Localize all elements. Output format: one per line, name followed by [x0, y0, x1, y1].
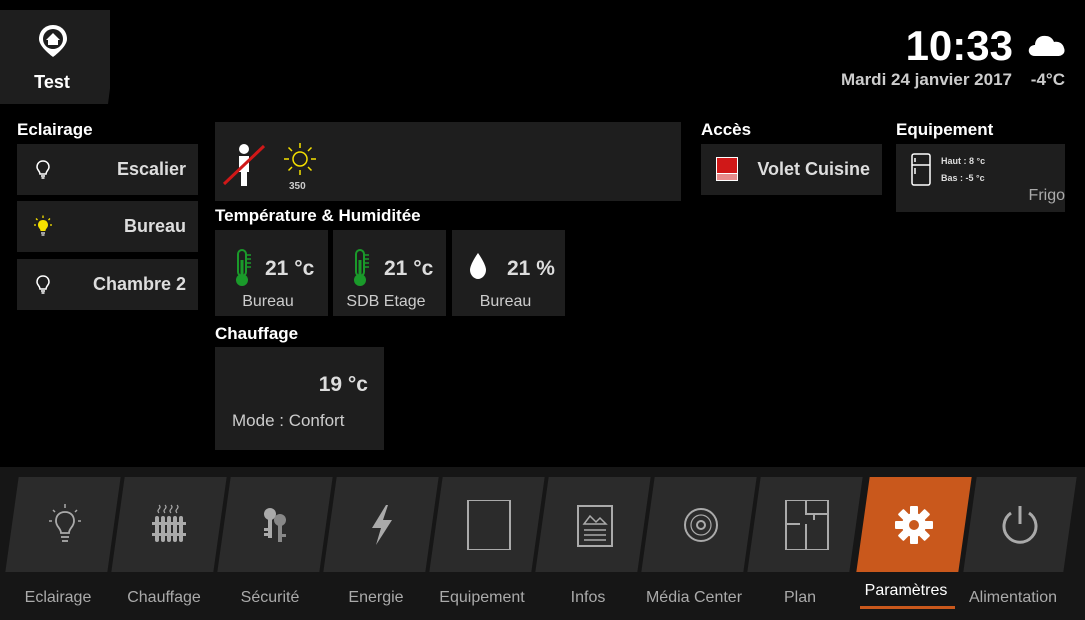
radiator-icon	[152, 504, 186, 542]
equipement-title: Equipement	[896, 120, 994, 139]
nav-label-media-center[interactable]: Média Center	[641, 589, 747, 607]
acces-volet-cuisine[interactable]: Volet Cuisine	[701, 144, 882, 195]
chauffage-mode: Mode : Confort	[232, 411, 345, 430]
gear-icon	[895, 506, 933, 544]
home-pin-icon	[39, 25, 67, 57]
nav-label-eclairage[interactable]: Eclairage	[5, 589, 111, 607]
eclairage-title: Eclairage	[17, 120, 93, 139]
lightning-icon	[372, 505, 392, 545]
thermometer-icon	[354, 249, 369, 286]
chauffage-setpoint: 19 °c	[318, 373, 368, 396]
newspaper-icon	[577, 505, 613, 547]
bulb-icon	[49, 504, 81, 542]
outside-temperature: -4°C	[1030, 70, 1065, 89]
acces-title: Accès	[701, 120, 752, 139]
clock-time: 10:33	[905, 22, 1013, 69]
light-escalier[interactable]: Escalier	[17, 144, 198, 195]
nav-label-chauffage[interactable]: Chauffage	[111, 589, 217, 607]
shutter-icon	[716, 157, 738, 181]
sun-icon	[284, 143, 316, 175]
light-label: Bureau	[123, 216, 186, 236]
nav-label-parametres[interactable]: Paramètres	[853, 582, 959, 600]
disc-icon	[684, 508, 718, 542]
sensor-value: 21 °c	[265, 257, 315, 280]
sensor-bureau-humidity[interactable]: 21 % Bureau	[452, 230, 565, 316]
chauffage-title: Chauffage	[215, 324, 299, 343]
presence-tile[interactable]: 350	[215, 122, 681, 201]
location-badge[interactable]: Test	[0, 10, 110, 104]
power-icon	[1002, 506, 1038, 544]
sensor-label: SDB Etage	[346, 293, 426, 310]
nav-label-alimentation[interactable]: Alimentation	[960, 589, 1066, 607]
light-chambre-2[interactable]: Chambre 2	[17, 259, 198, 310]
light-label: Chambre 2	[92, 274, 186, 294]
nav-label-infos[interactable]: Infos	[535, 589, 641, 607]
frigo-haut: Haut : 8 °c	[941, 156, 986, 166]
luminosity-value: 350	[289, 181, 306, 192]
nav-label-energie[interactable]: Energie	[323, 589, 429, 607]
keys-icon	[264, 508, 286, 542]
temperature-title: Température & Humiditée	[215, 206, 421, 225]
clock-date: Mardi 24 janvier 2017	[840, 70, 1012, 89]
nav-label-equipement[interactable]: Equipement	[429, 589, 535, 607]
no-presence-icon	[222, 144, 266, 186]
sensor-label: Bureau	[242, 293, 294, 310]
sensor-label: Bureau	[479, 293, 532, 310]
nav-label-securite[interactable]: Sécurité	[217, 589, 323, 607]
bulb-off-icon	[36, 160, 50, 179]
sensor-value: 21 %	[507, 257, 555, 280]
frigo-bas: Bas : -5 °c	[941, 173, 985, 183]
sensor-value: 21 °c	[384, 257, 434, 280]
bulb-on-icon	[34, 215, 52, 236]
chauffage-tile[interactable]: 19 °c Mode : Confort	[215, 347, 384, 450]
drop-icon	[470, 253, 486, 279]
fridge-icon	[467, 500, 511, 550]
acces-label: Volet Cuisine	[757, 159, 870, 179]
location-name: Test	[34, 72, 70, 92]
thermometer-icon	[236, 249, 251, 286]
active-tab-underline	[860, 606, 955, 609]
sensor-sdb-etage-temp[interactable]: 21 °c SDB Etage	[333, 230, 446, 316]
equipement-frigo[interactable]: Haut : 8 °c Bas : -5 °c Frigo	[896, 144, 1065, 212]
cloud-icon	[1028, 35, 1065, 56]
floorplan-icon	[785, 500, 829, 550]
light-bureau[interactable]: Bureau	[17, 201, 198, 252]
frigo-name: Frigo	[1028, 187, 1065, 204]
nav-label-plan[interactable]: Plan	[747, 589, 853, 607]
sensor-bureau-temp[interactable]: 21 °c Bureau	[215, 230, 328, 316]
light-label: Escalier	[116, 159, 186, 179]
fridge-icon	[911, 153, 931, 186]
bulb-off-icon	[36, 275, 50, 294]
